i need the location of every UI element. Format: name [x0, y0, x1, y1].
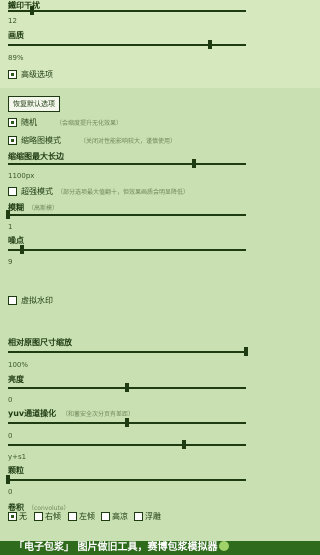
restore-defaults-button[interactable]: 恢复默认选项	[8, 96, 60, 112]
convolve-radio-emboss[interactable]	[134, 512, 143, 521]
footer-title: 「电子包浆」 图片做旧工具，赛博包浆模拟器	[14, 542, 218, 553]
quality-value: 89%	[8, 54, 24, 62]
blur-value: 1	[8, 223, 13, 231]
yuv-extra-slider[interactable]	[8, 440, 246, 449]
slider-thumb[interactable]	[29, 6, 34, 15]
convolve-radio-sharpen[interactable]	[101, 512, 110, 521]
advanced-checkbox[interactable]	[8, 70, 17, 79]
smile-emoji-icon	[219, 541, 230, 551]
thumbnail-mode-hint: （关闭对性能影响较大，谨慎使用）	[80, 138, 177, 145]
thumbnail-mode-label: 缩略图模式	[21, 136, 61, 145]
relative-scale-value: 100%	[8, 361, 29, 369]
yuv-slider[interactable]	[8, 418, 246, 427]
slider-thumb[interactable]	[182, 440, 187, 449]
thumb-max-side-slider[interactable]	[8, 159, 246, 168]
convolve-option-label: 高凉	[112, 512, 128, 521]
noise-slider[interactable]	[8, 245, 246, 254]
relative-scale-slider[interactable]	[8, 347, 248, 356]
slider-thumb[interactable]	[125, 383, 129, 392]
convolve-option-label: 左倾	[79, 512, 95, 521]
yuv-value: 0	[8, 432, 13, 440]
slider-thumb[interactable]	[208, 40, 213, 49]
convolve-radio-right[interactable]	[34, 512, 43, 521]
convolve-radio-left[interactable]	[68, 512, 77, 521]
brightness-value: 0	[8, 396, 13, 404]
convolve-option-label: 右倾	[45, 512, 61, 521]
brightness-slider[interactable]	[8, 383, 246, 392]
yuv-label: yuv通道操化	[8, 409, 57, 418]
slider-thumb[interactable]	[20, 245, 25, 254]
convolve-radio-none[interactable]	[8, 512, 17, 521]
slider-thumb[interactable]	[6, 475, 10, 484]
blur-slider[interactable]	[6, 210, 246, 219]
grain-slider[interactable]	[6, 475, 246, 484]
quality-slider[interactable]	[8, 40, 246, 49]
convolve-option-label: 无	[19, 512, 27, 521]
slider-thumb[interactable]	[125, 418, 129, 427]
advanced-label: 高级选项	[21, 70, 53, 79]
super-mode-checkbox[interactable]	[8, 187, 17, 196]
convolve-option-label: 浮雕	[145, 512, 161, 521]
random-label: 随机	[21, 118, 37, 127]
super-mode-hint: （部分选项最大值翻十，但效果画质会明显降低）	[57, 189, 190, 196]
random-checkbox[interactable]	[8, 118, 17, 127]
block-size-slider[interactable]	[8, 6, 246, 15]
quality-label: 画质	[8, 31, 24, 40]
thumb-max-side-value: 1100px	[8, 172, 35, 180]
super-mode-label: 超强模式	[21, 187, 53, 196]
relative-scale-label: 相对原图尺寸缩放	[8, 338, 72, 347]
slider-thumb[interactable]	[191, 159, 196, 168]
slider-thumb[interactable]	[244, 347, 248, 356]
block-size-value: 12	[8, 17, 17, 25]
footer-title-bar: 「电子包浆」 图片做旧工具，赛博包浆模拟器	[0, 541, 320, 555]
slider-thumb[interactable]	[6, 210, 10, 219]
noise-value: 9	[8, 258, 13, 266]
blur-hint: （高斯模）	[28, 205, 59, 212]
watermark-label: 虚拟水印	[21, 296, 53, 305]
random-hint: （会缩度提升无化效果）	[56, 120, 123, 127]
grain-value: 0	[8, 488, 13, 496]
yuv-hint: （和蓄安全次分页有差距）	[62, 411, 135, 418]
brightness-label: 亮度	[8, 375, 24, 384]
grain-label: 颗粒	[8, 466, 24, 475]
thumbnail-mode-checkbox[interactable]	[8, 136, 17, 145]
yuv-extra-value: y+s1	[8, 453, 27, 461]
watermark-checkbox[interactable]	[8, 296, 17, 305]
